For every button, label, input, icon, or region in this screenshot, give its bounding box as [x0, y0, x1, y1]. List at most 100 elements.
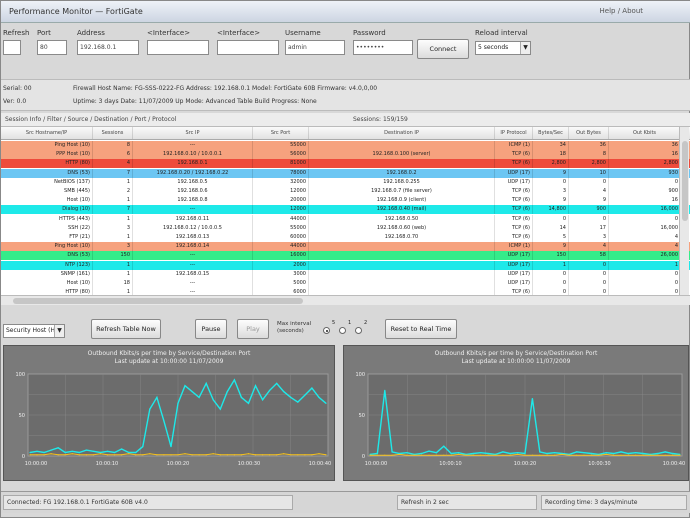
data-point — [450, 452, 452, 455]
y-tick-label: 0 — [362, 454, 365, 460]
refresh-table-button[interactable]: Refresh Table Now — [91, 319, 161, 339]
scroll-thumb-h[interactable] — [13, 298, 303, 304]
data-point — [672, 452, 674, 455]
table-cell — [309, 159, 495, 169]
table-cell: TCP (6) — [495, 223, 533, 233]
vertical-scrollbar[interactable] — [679, 127, 689, 295]
table-cell: 9 — [533, 168, 569, 178]
data-point — [85, 449, 87, 451]
column-header[interactable]: Src IP — [133, 127, 253, 139]
data-point — [546, 454, 548, 456]
table-cell: 192.168.0.70 — [309, 233, 495, 242]
table-cell: 1 — [93, 214, 133, 224]
data-point — [29, 454, 31, 456]
y-tick-label: 50 — [19, 413, 25, 419]
interval-radio-2[interactable] — [339, 327, 346, 334]
firewall-info-panel: Serial: 00 Ver: 0.0 Firewall Host Name: … — [1, 79, 690, 111]
column-header[interactable]: Src Hostname/IP — [1, 127, 93, 139]
table-row[interactable]: SNMP (161) 1 192.168.0.15 3000 UDP (17) 0 0 0 — [1, 269, 690, 279]
interface-input-1[interactable] — [147, 40, 209, 55]
table-cell: UDP (17) — [495, 269, 533, 279]
table-row[interactable]: FTP (21) 1 192.168.0.13 60000 192.168.0.70 TC… — [1, 233, 690, 242]
data-point — [311, 454, 313, 456]
table-cell: 32000 — [253, 177, 309, 187]
column-header[interactable]: Out Bytes — [569, 127, 609, 139]
data-point — [262, 454, 264, 456]
table-cell: 9 — [533, 196, 569, 206]
table-row[interactable]: SSH (22) 3 192.168.0.12 / 10.0.0.5 55000 192… — [1, 223, 690, 233]
table-cell: 4 — [569, 242, 609, 252]
sessions-table[interactable]: Src Hostname/IP Sessions Src IP Src Port Des… — [1, 127, 690, 305]
table-row[interactable]: Ping Host (10) 8 --- 55000 ICMP (1) 34 36 36 — [1, 141, 690, 150]
column-header[interactable]: IP Protocol — [495, 127, 533, 139]
data-point — [384, 389, 386, 391]
data-point — [561, 453, 563, 455]
pause-button[interactable]: Pause — [195, 319, 227, 339]
data-point — [198, 454, 200, 456]
data-point — [142, 446, 144, 448]
table-cell: 192.168.0.40 (mail) — [309, 205, 495, 215]
table-cell: 1 — [93, 233, 133, 242]
data-point — [205, 454, 207, 456]
data-point — [290, 454, 292, 456]
table-row[interactable]: Host (10) 1 192.168.0.8 20000 192.168.0.9 (c… — [1, 196, 690, 206]
data-point — [177, 402, 179, 404]
data-point — [247, 402, 250, 404]
data-point — [502, 451, 504, 453]
data-point — [443, 445, 445, 447]
address-input[interactable] — [77, 40, 139, 55]
data-point — [553, 452, 556, 454]
data-point — [642, 452, 644, 455]
table-cell: 192.168.0.11 — [133, 214, 253, 224]
table-cell: UDP (17) — [495, 251, 533, 261]
data-point — [191, 454, 193, 456]
help-link[interactable]: Help / About — [600, 7, 643, 15]
refresh-input[interactable] — [3, 40, 21, 55]
interval-radio-3[interactable] — [355, 327, 362, 334]
column-header[interactable]: Destination IP — [309, 127, 495, 139]
data-point — [649, 454, 652, 456]
connect-button[interactable]: Connect — [417, 39, 469, 59]
table-row[interactable]: SMB (445) 2 192.168.0.6 12000 192.168.0.7 (f… — [1, 187, 690, 196]
data-point — [128, 453, 130, 455]
data-point — [480, 454, 482, 456]
password-input[interactable] — [353, 40, 413, 55]
play-button[interactable]: Play — [237, 319, 269, 339]
table-row[interactable]: NetBIOS (137) 1 192.168.0.5 32000 192.168.0.… — [1, 177, 690, 187]
reset-real-time-button[interactable]: Reset to Real Time — [385, 319, 457, 339]
scroll-thumb[interactable] — [682, 141, 688, 221]
table-row[interactable]: HTTPS (443) 1 192.168.0.11 44000 192.168.0.5… — [1, 214, 690, 224]
table-cell: 5 — [533, 233, 569, 242]
table-row[interactable]: PPP Host (10) 6 192.168.0.10 / 10.0.0.1 560… — [1, 150, 690, 160]
data-point — [398, 453, 401, 455]
chart-toolbar: Security Host (H) ▼ Refresh Table Now Pa… — [1, 315, 690, 345]
column-header[interactable]: Src Port — [253, 127, 309, 139]
data-point — [36, 450, 38, 452]
data-point — [92, 454, 94, 456]
port-input[interactable] — [37, 40, 67, 55]
column-header[interactable]: Out Kbits — [609, 127, 681, 139]
column-header[interactable]: Sessions — [93, 127, 133, 139]
table-cell: 6 — [93, 150, 133, 160]
data-point — [99, 453, 102, 455]
reload-interval-select[interactable]: 5 seconds ▼ — [475, 41, 531, 55]
table-cell: 60000 — [253, 233, 309, 242]
table-row[interactable]: NTP (123) 1 --- 2000 UDP (17) 1 0 1 — [1, 260, 690, 270]
table-cell: 3 — [93, 242, 133, 252]
table-cell: 1 — [609, 260, 681, 270]
table-row[interactable]: DNS (53) 150 --- 16000 UDP (17) 150 58 26,000 — [1, 251, 690, 261]
column-header[interactable]: Bytes/Sec — [533, 127, 569, 139]
table-header: Src Hostname/IP Sessions Src IP Src Port Des… — [1, 127, 690, 140]
interface-input-2[interactable] — [217, 40, 279, 55]
horizontal-scrollbar[interactable] — [1, 295, 690, 305]
table-row[interactable]: DNS (53) 7 192.168.0.20 / 192.168.0.22 7800… — [1, 168, 690, 178]
username-input[interactable] — [285, 40, 345, 55]
table-cell: TCP (6) — [495, 196, 533, 206]
table-row[interactable]: Ping Host (10) 3 192.168.0.14 44000 ICMP (1)… — [1, 242, 690, 252]
chart-subtitle-left: Last update at 10:00:00 11/07/2009 — [114, 358, 224, 365]
table-row[interactable]: Host (10) 18 --- 5000 UDP (17) 0 0 0 — [1, 279, 690, 288]
table-row[interactable]: HTTP (80) 4 192.168.0.1 81000 TCP (6) 2,800 2,… — [1, 159, 690, 169]
host-filter-select[interactable]: Security Host (H) ▼ — [3, 324, 65, 338]
table-row[interactable]: Dialog (10) 7 --- 12000 192.168.0.40 (mail) T… — [1, 205, 690, 215]
interval-radio-1[interactable] — [323, 327, 330, 334]
